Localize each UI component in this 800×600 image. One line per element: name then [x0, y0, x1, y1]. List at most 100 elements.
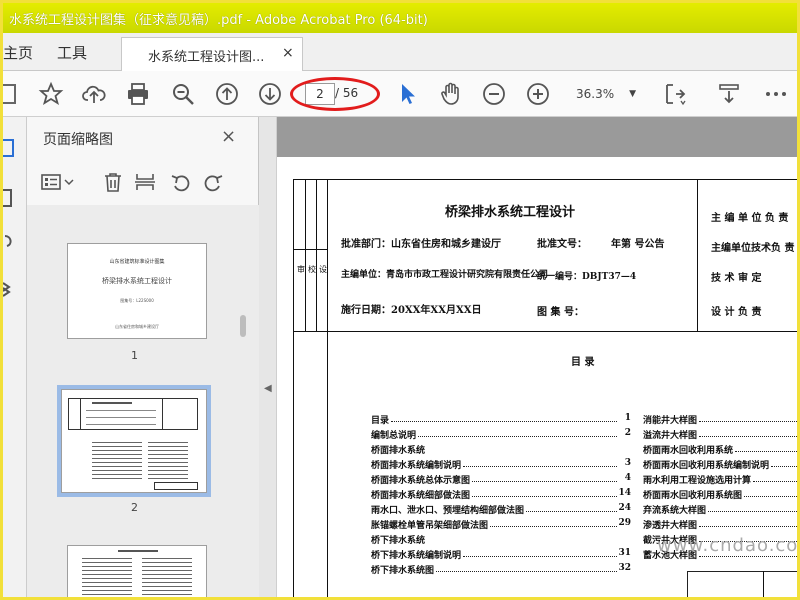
toc-entry-title[interactable]: 编制总说明	[371, 428, 416, 441]
toc-entry-title[interactable]: 桥面雨水回收利用系统编制说明	[643, 458, 769, 471]
toc-leader-dots	[699, 556, 797, 557]
toc-entry-title[interactable]: 桥下排水系统	[371, 533, 425, 546]
create-pdf-icon[interactable]	[3, 81, 21, 107]
previous-page-icon[interactable]	[214, 81, 240, 107]
zoom-out-icon[interactable]	[481, 81, 507, 107]
thumbnail-number: 1	[131, 349, 138, 362]
toc-entry-title[interactable]: 桥面排水系统	[371, 443, 425, 456]
toc-entry-page: 24	[618, 503, 631, 513]
zoom-select[interactable]: 36.3% ▼	[568, 84, 640, 106]
thumb-cover-footer: 山东省住房和城乡建设厅	[115, 324, 159, 329]
delete-page-icon[interactable]	[101, 171, 125, 193]
toc-entry-page: 1	[624, 413, 631, 423]
toc-entry-title[interactable]: 桥面排水系统编制说明	[371, 458, 461, 471]
toc-entry-title[interactable]: 消能井大样图	[643, 413, 697, 426]
scroll-mode-icon[interactable]	[716, 81, 742, 107]
thumbnail-panel-title: 页面缩略图	[43, 132, 113, 148]
zoom-in-icon[interactable]	[525, 81, 551, 107]
toc-leader-dots	[463, 556, 617, 557]
toc-entry-page: 32	[618, 563, 631, 573]
thumbnail-page-3[interactable]	[67, 545, 207, 597]
tab-document[interactable]: 水系统工程设计图... ×	[121, 37, 303, 71]
toc-entry-title[interactable]: 桥面排水系统细部做法图	[371, 488, 470, 501]
panel-collapse-handle[interactable]: ◀	[259, 117, 277, 597]
toc-leader-dots	[735, 451, 797, 452]
pdf-page: 审 校 设 桥梁排水系统工程设计 批准部门：山东省住房和城乡建设厅 批准文号： …	[277, 157, 797, 597]
toc-leader-dots	[753, 481, 797, 482]
thumb-cover-org: 山东省建筑标准设计图集	[109, 259, 165, 265]
zoom-value: 36.3%	[576, 87, 615, 101]
chevron-down-icon: ▼	[629, 89, 636, 99]
tab-home[interactable]: 主页	[3, 42, 33, 63]
layers-panel-icon[interactable]	[3, 277, 23, 299]
bookmark-star-icon[interactable]	[38, 81, 64, 107]
document-title: 桥梁排水系统工程设计	[445, 205, 576, 220]
toc-entry-title[interactable]: 桥面雨水回收利用系统图	[643, 488, 742, 501]
tab-tools[interactable]: 工具	[57, 42, 87, 63]
cloud-upload-icon[interactable]	[81, 81, 107, 107]
atlas-number: 图 集 号：	[537, 307, 584, 318]
bookmarks-panel-icon[interactable]	[3, 187, 23, 209]
document-viewport[interactable]: 审 校 设 桥梁排水系统工程设计 批准部门：山东省住房和城乡建设厅 批准文号： …	[277, 117, 799, 597]
select-cursor-icon[interactable]	[395, 81, 421, 107]
rotate-clockwise-icon[interactable]	[201, 171, 225, 193]
toc-entry-title[interactable]: 桥下排水系统图	[371, 563, 434, 576]
toc-entry-page: 29	[618, 518, 631, 528]
thumbnail-page-2[interactable]	[57, 385, 211, 497]
next-page-icon[interactable]	[257, 81, 283, 107]
toc-entry-title[interactable]: 弃流系统大样图	[643, 503, 706, 516]
toc-entry-title[interactable]: 目录	[371, 413, 389, 426]
thumb-cover-code: 图集号：L22S000	[120, 298, 154, 303]
left-tool-strip	[3, 117, 27, 597]
watermark-text: www.cndao.com	[657, 535, 799, 556]
thumbnail-options-icon[interactable]	[41, 171, 65, 193]
tab-close-button[interactable]: ×	[282, 45, 294, 61]
thumbnail-list: 山东省建筑标准设计图集 桥梁排水系统工程设计 图集号：L22S000 山东省住房…	[27, 205, 259, 597]
toc-leader-dots	[699, 526, 797, 527]
highlight-circle	[290, 77, 380, 111]
toc-entry-title[interactable]: 雨水利用工程设施选用计算	[643, 473, 751, 486]
zoom-out-search-icon[interactable]	[170, 81, 196, 107]
hand-tool-icon[interactable]	[438, 81, 464, 107]
toc-entry-title[interactable]: 桥面排水系统总体示意图	[371, 473, 470, 486]
rotate-counterclockwise-icon[interactable]	[169, 171, 193, 193]
toolbar: 2 / 56 36.3% ▼	[3, 71, 797, 117]
toc-entry-title[interactable]: 雨水口、泄水口、预埋结构细部做法图	[371, 503, 524, 516]
toc-entry-title[interactable]: 溢流井大样图	[643, 428, 697, 441]
window-title: 水系统工程设计图集（征求意见稿）.pdf - Adobe Acrobat Pro…	[9, 13, 428, 28]
toc-entry-title[interactable]: 胀锚螺栓单管吊架细部做法图	[371, 518, 488, 531]
unified-number: 统一编号：DBJT37—4	[537, 272, 637, 282]
role-technical-lead: 主编单位技术负 责	[711, 243, 795, 254]
thumbnail-toolbar	[27, 163, 259, 201]
thumbnail-scrollbar[interactable]	[240, 315, 246, 337]
insert-page-icon[interactable]	[133, 171, 157, 193]
toc-entry-title[interactable]: 渗透井大样图	[643, 518, 697, 531]
role-design-lead: 设 计 负 责	[711, 307, 762, 318]
toc-leader-dots	[436, 571, 617, 572]
title-bar: 水系统工程设计图集（征求意见稿）.pdf - Adobe Acrobat Pro…	[3, 3, 797, 33]
toc-entry-title[interactable]: 桥面雨水回收利用系统	[643, 443, 733, 456]
thumbnail-panel-close-button[interactable]: ×	[221, 126, 236, 147]
toc-leader-dots	[744, 496, 797, 497]
tab-document-label: 水系统工程设计图...	[148, 50, 265, 65]
toc-entry-page: 14	[618, 488, 631, 498]
thumbnail-page-1[interactable]: 山东省建筑标准设计图集 桥梁排水系统工程设计 图集号：L22S000 山东省住房…	[67, 243, 207, 339]
pages-panel-icon[interactable]	[3, 137, 23, 159]
toc-leader-dots	[771, 466, 797, 467]
page-fit-icon[interactable]	[661, 81, 687, 107]
attachments-panel-icon[interactable]	[3, 232, 23, 254]
title-block-box	[687, 571, 797, 597]
toc-leader-dots	[391, 421, 617, 422]
toc-leader-dots	[463, 466, 617, 467]
toc-leader-dots	[490, 526, 617, 527]
chevron-down-icon[interactable]	[63, 171, 75, 193]
toc-leader-dots	[708, 511, 797, 512]
more-options-icon[interactable]	[763, 81, 789, 107]
toc-entry-title[interactable]: 桥下排水系统编制说明	[371, 548, 461, 561]
print-icon[interactable]	[125, 81, 151, 107]
toc-leader-dots	[472, 496, 617, 497]
toc-leader-dots	[526, 511, 617, 512]
role-chief-unit: 主 编 单 位 负 责	[711, 213, 789, 224]
toc-entry-page: 4	[624, 473, 631, 483]
side-label: 设	[319, 265, 327, 274]
